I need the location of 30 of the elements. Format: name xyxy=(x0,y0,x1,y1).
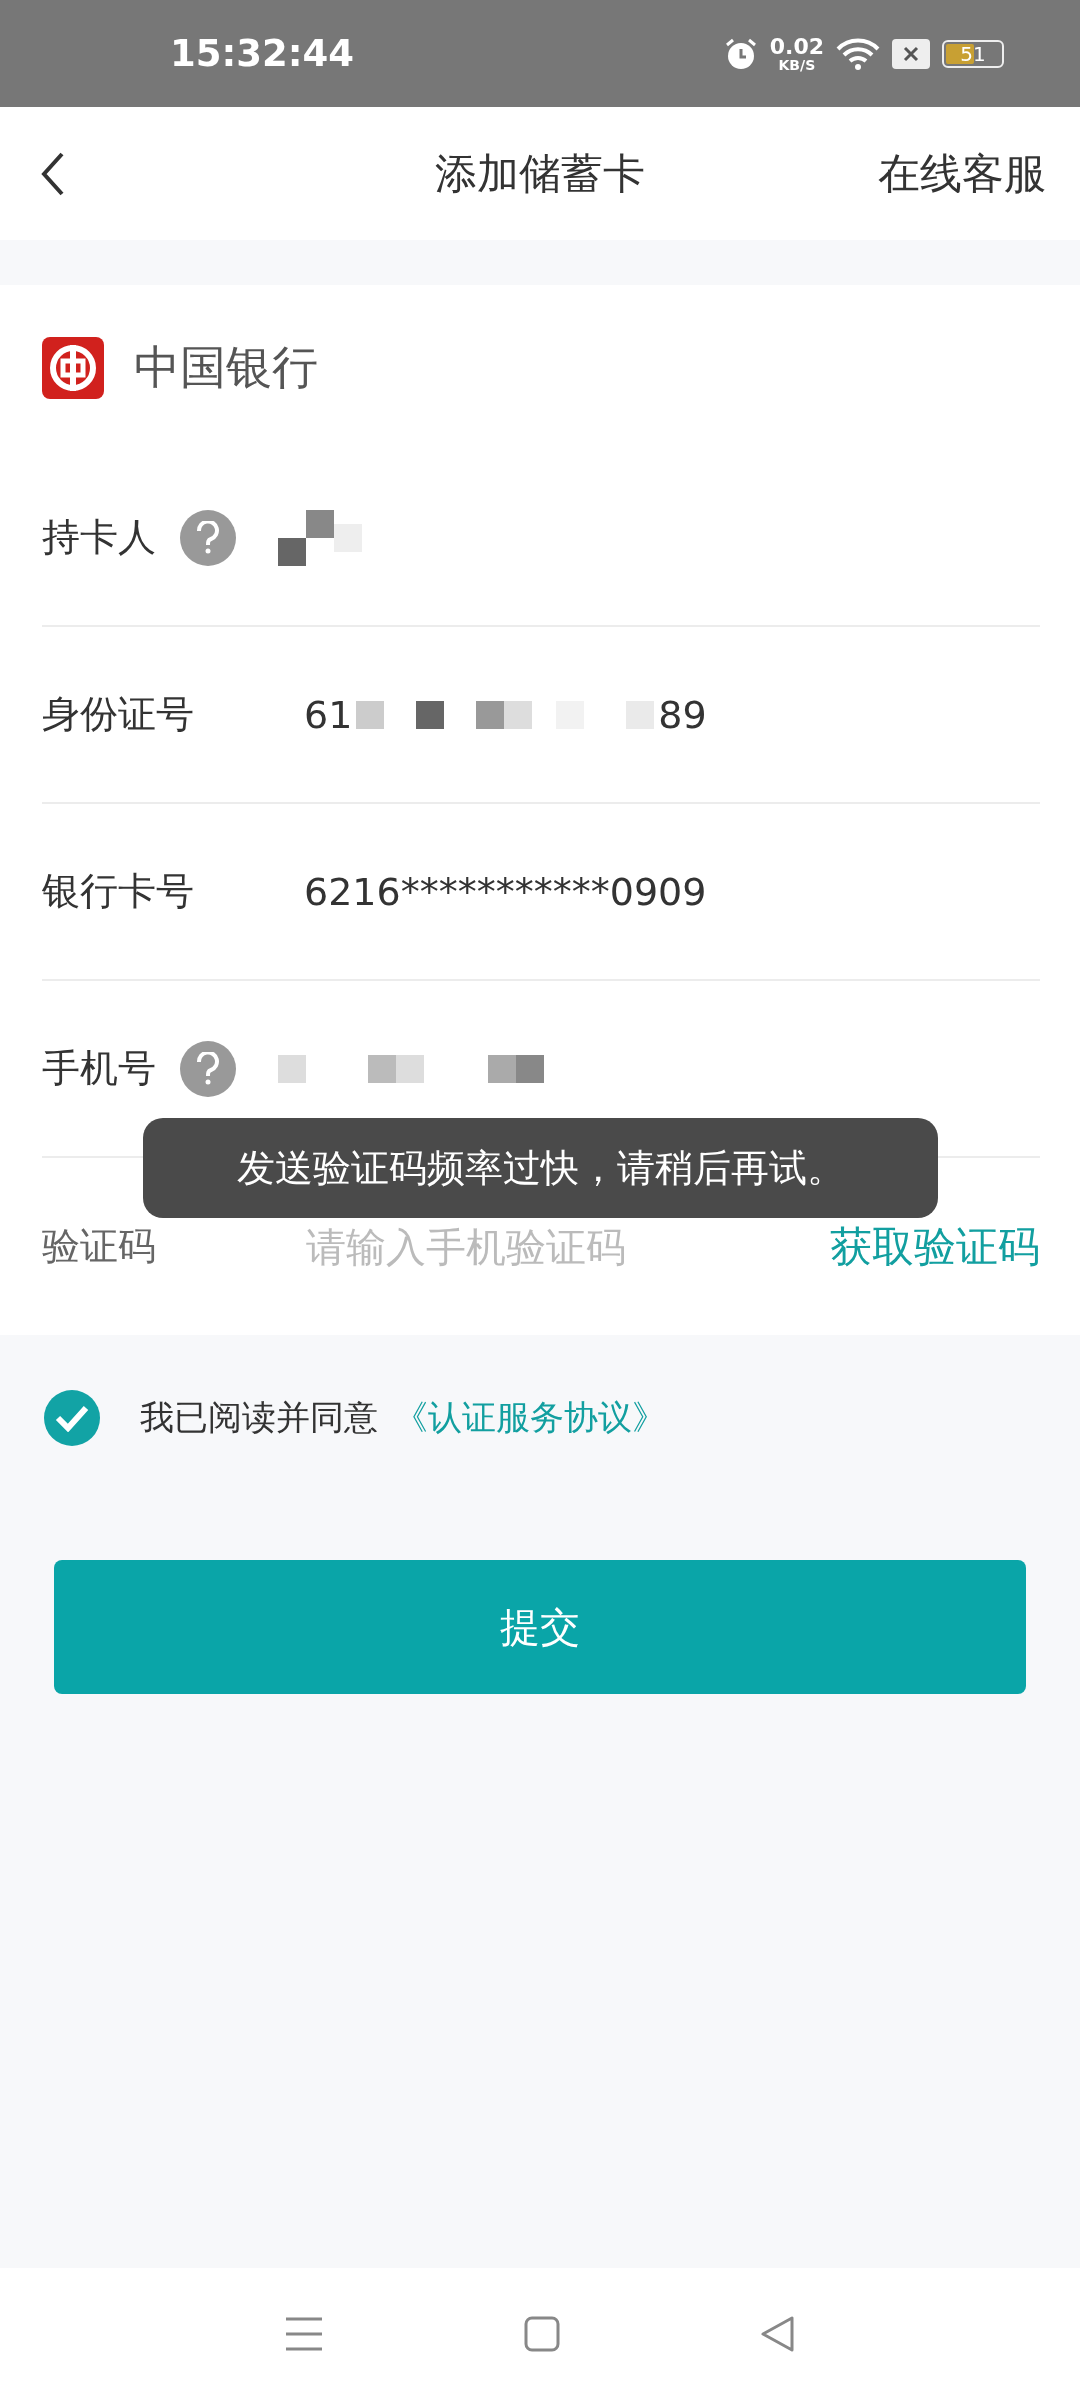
field-value: 89 xyxy=(658,692,707,737)
field-label: 身份证号 xyxy=(42,691,195,738)
field-label: 持卡人 xyxy=(42,514,156,561)
back-nav-icon[interactable] xyxy=(760,2316,796,2352)
home-icon[interactable] xyxy=(524,2316,560,2352)
net-speed: 0.02 xyxy=(769,35,824,58)
error-toast: 发送验证码频率过快，请稍后再试。 xyxy=(143,1118,938,1218)
battery-level: 51 xyxy=(959,41,987,66)
checkmark-icon xyxy=(55,1403,89,1432)
sim-off-icon xyxy=(892,38,930,69)
back-icon[interactable] xyxy=(40,150,66,197)
page-title: 添加储蓄卡 xyxy=(435,147,645,200)
customer-service-link[interactable]: 在线客服 xyxy=(878,145,1046,202)
agreement-text: 我已阅读并同意 xyxy=(140,1395,378,1439)
alarm-icon xyxy=(723,36,758,71)
status-time: 15:32:44 xyxy=(170,32,355,75)
submit-button[interactable]: 提交 xyxy=(54,1560,1026,1694)
field-value: 6216***********0909 xyxy=(304,869,707,914)
field-value: 61 xyxy=(304,692,353,737)
field-label: 银行卡号 xyxy=(42,868,195,915)
wifi-icon xyxy=(836,36,880,71)
menu-icon[interactable] xyxy=(284,2316,324,2352)
agreement-link[interactable]: 《认证服务协议》 xyxy=(394,1394,666,1441)
bank-logo-icon xyxy=(42,336,104,399)
bank-name: 中国银行 xyxy=(134,338,318,396)
field-label: 手机号 xyxy=(42,1045,156,1092)
code-input-field[interactable]: 请输入手机验证码 xyxy=(304,1222,830,1271)
field-label: 验证码 xyxy=(42,1223,157,1270)
net-unit: KB/S xyxy=(778,57,816,72)
get-code-button[interactable]: 获取验证码 xyxy=(830,1218,1040,1275)
